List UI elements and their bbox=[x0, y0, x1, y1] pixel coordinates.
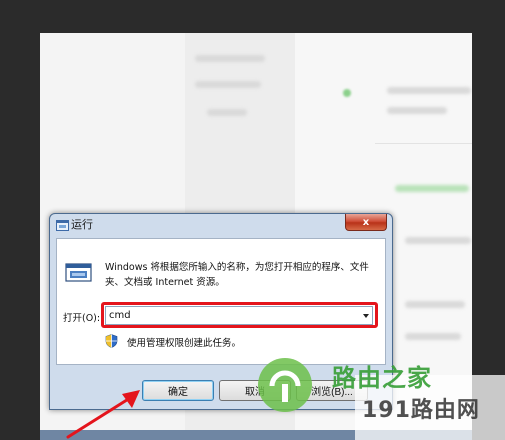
close-button[interactable]: x bbox=[345, 214, 387, 231]
arrow-annotation bbox=[66, 390, 140, 439]
watermark-text-secondary: 191路由网 bbox=[362, 398, 480, 423]
watermark-logo bbox=[258, 358, 312, 412]
dialog-title: 运行 bbox=[71, 218, 93, 231]
open-label: 打开(O): bbox=[63, 313, 101, 324]
title-bar[interactable]: 运行 x bbox=[50, 214, 392, 238]
shield-icon bbox=[105, 334, 118, 348]
admin-note-text: 使用管理权限创建此任务。 bbox=[127, 338, 242, 349]
input-highlight-annotation bbox=[101, 302, 378, 328]
watermark-text-primary: 路由之家 bbox=[332, 364, 432, 392]
close-icon: x bbox=[362, 216, 370, 228]
dialog-content: Windows 将根据您所输入的名称，为您打开相应的程序、文件夹、文档或 Int… bbox=[56, 238, 386, 365]
dialog-description: Windows 将根据您所输入的名称，为您打开相应的程序、文件夹、文档或 Int… bbox=[105, 262, 369, 288]
program-icon bbox=[65, 263, 92, 282]
ok-button[interactable]: 确定 bbox=[142, 380, 214, 401]
run-icon bbox=[56, 220, 69, 231]
